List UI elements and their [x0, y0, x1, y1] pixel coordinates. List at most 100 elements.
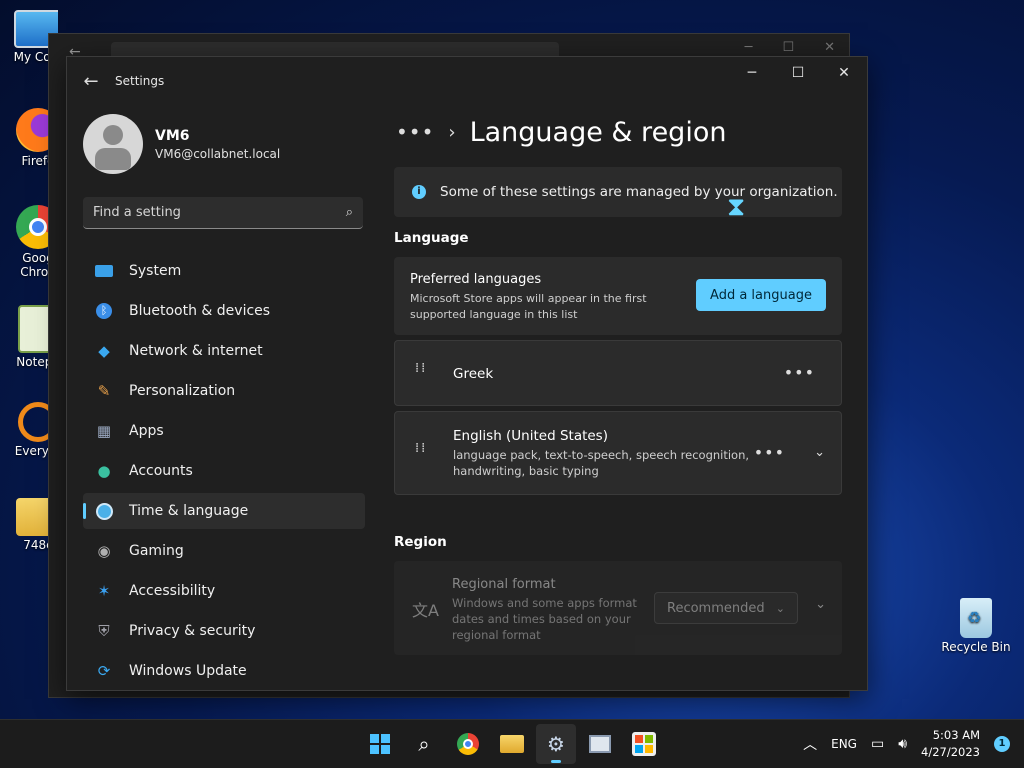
globe-clock-icon — [93, 500, 115, 522]
folder-icon — [500, 735, 524, 753]
taskbar-chrome[interactable] — [448, 724, 488, 764]
chevron-down-icon: ⌄ — [775, 601, 785, 615]
bluetooth-icon: ᛒ — [93, 300, 115, 322]
brush-icon: ✎ — [97, 382, 111, 400]
clock-date: 4/27/2023 — [921, 745, 980, 759]
sidebar-item-personalization[interactable]: ✎ Personalization — [83, 373, 365, 409]
chrome-icon — [457, 733, 479, 755]
search-input[interactable]: Find a setting ⌕ — [83, 197, 363, 229]
minimize-button[interactable]: ─ — [729, 57, 775, 89]
maximize-button[interactable]: ☐ — [775, 57, 821, 89]
regional-format-title: Regional format — [452, 577, 556, 592]
accessibility-icon: ✶ — [97, 582, 111, 600]
sidebar-item-gaming[interactable]: ◉ Gaming — [83, 533, 365, 569]
sidebar-item-label: Network & internet — [129, 343, 263, 359]
sidebar-item-label: System — [129, 263, 182, 279]
taskbar: ⌕ ⚙ ︿ ENG ▭ 🔊︎ 5:03 AM 4/27/2023 1 — [0, 719, 1024, 768]
preferred-languages-title: Preferred languages — [410, 272, 542, 287]
sidebar-item-label: Privacy & security — [129, 623, 256, 639]
close-button[interactable]: ✕ — [821, 57, 867, 89]
user-profile[interactable]: VM6 VM6@collabnet.local — [83, 113, 365, 175]
maximize-icon[interactable]: ☐ — [782, 40, 794, 55]
page-title: Language & region — [469, 116, 727, 148]
language-features: language pack, text-to-speech, speech re… — [453, 448, 750, 478]
sidebar-item-time-language[interactable]: Time & language — [83, 493, 365, 529]
input-language[interactable]: ENG — [831, 737, 857, 751]
back-arrow-icon: ← — [83, 70, 99, 92]
desktop-icon-recycle-bin[interactable]: ♻ Recycle Bin — [940, 598, 1012, 654]
avatar — [83, 114, 143, 174]
sidebar-item-label: Accounts — [129, 463, 193, 479]
sidebar-item-network[interactable]: ◆ Network & internet — [83, 333, 365, 369]
section-heading-language: Language — [394, 230, 469, 246]
shield-icon: ⛨ — [98, 622, 110, 640]
chevron-right-icon: › — [448, 121, 456, 143]
busy-cursor-icon: ⧗ — [727, 192, 746, 222]
chevron-down-icon[interactable]: ⌄ — [815, 597, 826, 612]
sidebar-item-privacy[interactable]: ⛨ Privacy & security — [83, 613, 365, 649]
more-options-button[interactable]: ••• — [784, 363, 815, 382]
close-icon: ✕ — [838, 65, 850, 81]
notification-badge[interactable]: 1 — [994, 736, 1010, 752]
update-icon: ⟳ — [97, 662, 111, 680]
more-options-button[interactable]: ••• — [754, 443, 785, 462]
profile-name: VM6 — [155, 127, 190, 144]
chevron-up-icon[interactable]: ︿ — [803, 734, 817, 754]
network-icon[interactable]: ▭ — [871, 736, 884, 752]
sidebar-item-accounts[interactable]: ● Accounts — [83, 453, 365, 489]
drag-handle-icon[interactable]: ⁞⁞ — [415, 362, 425, 382]
sidebar-item-label: Accessibility — [129, 583, 216, 599]
regional-format-dropdown[interactable]: Recommended ⌄ — [654, 592, 798, 624]
sidebar-item-label: Time & language — [129, 503, 249, 519]
search-icon: ⌕ — [345, 205, 353, 220]
sidebar-item-system[interactable]: System — [83, 253, 365, 289]
add-language-button[interactable]: Add a language — [696, 279, 826, 311]
accounts-icon: ● — [97, 462, 111, 480]
managed-notice: i Some of these settings are managed by … — [394, 167, 842, 217]
sidebar-item-label: Bluetooth & devices — [129, 303, 271, 319]
taskbar-file-explorer[interactable] — [492, 724, 532, 764]
windows-start-icon — [370, 734, 390, 754]
sidebar-item-accessibility[interactable]: ✶ Accessibility — [83, 573, 365, 609]
language-name: English (United States) — [453, 428, 608, 444]
breadcrumb-more-button[interactable]: ••• — [396, 120, 434, 144]
maximize-icon: ☐ — [791, 65, 805, 81]
desktop-icon-label: Recycle Bin — [941, 640, 1011, 654]
apps-icon: ▦ — [96, 422, 112, 440]
language-item-english[interactable]: ⁞⁞ English (United States) language pack… — [394, 411, 842, 495]
preferred-languages-card: Preferred languages Microsoft Store apps… — [394, 257, 842, 335]
language-name: Greek — [453, 366, 494, 382]
regional-format-icon: 文A — [412, 601, 439, 620]
sidebar-item-label: Windows Update — [129, 663, 247, 679]
sidebar-item-label: Personalization — [129, 383, 236, 399]
dropdown-value: Recommended — [667, 600, 765, 616]
clock-time: 5:03 AM — [932, 728, 980, 742]
search-placeholder: Find a setting — [93, 205, 181, 220]
taskbar-settings[interactable]: ⚙ — [536, 724, 576, 764]
back-button[interactable]: ← — [67, 71, 115, 92]
sidebar-item-windows-update[interactable]: ⟳ Windows Update — [83, 653, 365, 689]
window-controls: ─ ☐ ✕ — [729, 57, 867, 89]
sidebar-item-bluetooth[interactable]: ᛒ Bluetooth & devices — [83, 293, 365, 329]
system-icon — [93, 260, 115, 282]
minimize-icon[interactable]: ─ — [745, 40, 753, 55]
system-tray: ︿ ENG ▭ 🔊︎ 5:03 AM 4/27/2023 1 — [803, 720, 1010, 768]
title-bar: ← Settings ─ ☐ ✕ — [67, 57, 867, 105]
language-item-greek[interactable]: ⁞⁞ Greek ••• — [394, 340, 842, 406]
taskbar-store[interactable] — [624, 724, 664, 764]
profile-email: VM6@collabnet.local — [155, 146, 281, 161]
taskbar-search-button[interactable]: ⌕ — [404, 724, 444, 764]
gamepad-icon: ◉ — [97, 542, 111, 560]
info-icon: i — [412, 185, 426, 199]
chevron-down-icon[interactable]: ⌄ — [814, 445, 825, 460]
drag-handle-icon[interactable]: ⁞⁞ — [415, 442, 425, 462]
taskbar-remote-app[interactable] — [580, 724, 620, 764]
volume-icon[interactable]: 🔊︎ — [898, 736, 907, 752]
start-button[interactable] — [360, 724, 400, 764]
taskbar-apps: ⌕ ⚙ — [360, 724, 664, 764]
clock[interactable]: 5:03 AM 4/27/2023 — [921, 727, 980, 761]
window-title: Settings — [115, 74, 165, 88]
close-icon[interactable]: ✕ — [824, 40, 835, 55]
background-window-controls: ─ ☐ ✕ — [745, 40, 835, 55]
sidebar-item-apps[interactable]: ▦ Apps — [83, 413, 365, 449]
